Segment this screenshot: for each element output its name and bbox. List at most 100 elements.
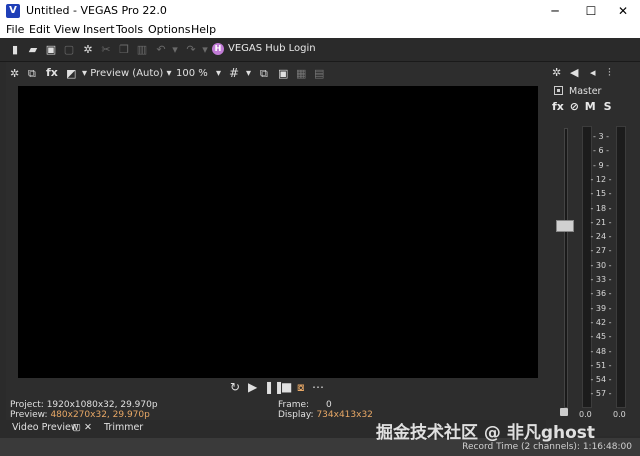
overlays-dropdown-icon[interactable]: ▾ bbox=[246, 68, 251, 79]
preview-resolution-value: 480x270x32, 29.970p bbox=[50, 410, 150, 420]
preview-settings-gear-icon[interactable]: ✲ bbox=[10, 67, 19, 80]
meter-scale-tick: - 36 - bbox=[590, 289, 612, 299]
meter-scale-tick: - 24 - bbox=[590, 232, 612, 242]
meter-scale-tick: - 18 - bbox=[590, 203, 612, 213]
tab-video-preview[interactable]: Video Preview bbox=[12, 422, 79, 433]
save-snapshot-icon[interactable]: ▣ bbox=[278, 67, 288, 80]
master-fader-track[interactable] bbox=[564, 128, 568, 408]
mixer-audio-fx-icon[interactable]: ◀ bbox=[570, 66, 578, 79]
meter-scale-tick: - 15 - bbox=[590, 189, 612, 199]
close-button[interactable]: ✕ bbox=[606, 0, 640, 22]
meter-scale-tick: - 30 - bbox=[590, 260, 612, 270]
display-label: Display: bbox=[278, 410, 314, 420]
tab-close-icon[interactable]: ✕ bbox=[84, 422, 92, 433]
meter-scale-tick: - 45 - bbox=[590, 332, 612, 342]
meter-scale-tick: - 21 - bbox=[590, 217, 612, 227]
external-monitor-icon[interactable]: ◩ bbox=[66, 67, 76, 80]
master-label: Master bbox=[569, 86, 602, 97]
copy-snapshot-icon[interactable]: ⧉ bbox=[260, 67, 268, 81]
meter-scale-tick: - 3 - bbox=[593, 132, 609, 141]
loop-playback-icon[interactable]: ↻ bbox=[230, 380, 240, 394]
master-controls: fx ⊘ M S bbox=[552, 100, 612, 113]
more-options-icon[interactable]: ⋯ bbox=[312, 380, 324, 394]
menu-edit[interactable]: Edit bbox=[29, 23, 50, 36]
split-screen-icon[interactable]: ⧉ bbox=[28, 67, 36, 81]
master-fx-button[interactable]: fx bbox=[552, 100, 564, 113]
meter-scale-tick: - 48 - bbox=[590, 346, 612, 356]
preview-resolution-label: Preview: bbox=[10, 410, 48, 420]
mixer-downmix-icon[interactable]: ◂ bbox=[590, 66, 596, 79]
master-bus-mixer: ✲ ◀ ◂ ⫶ Master fx ⊘ M S - 3 -- 6 -- 9 --… bbox=[546, 62, 640, 436]
menu-bar: File Edit View Insert Tools Options Help bbox=[0, 22, 640, 38]
redo-dropdown-icon[interactable]: ▾ bbox=[198, 43, 212, 57]
master-mute-button[interactable]: M bbox=[585, 100, 596, 113]
stop-icon[interactable]: ■ bbox=[281, 380, 292, 394]
menu-tools[interactable]: Tools bbox=[116, 23, 143, 36]
meter-scale-tick: - 6 - bbox=[593, 146, 609, 156]
meter-scale-tick: - 12 - bbox=[590, 174, 612, 184]
preview-quality-dropdown[interactable]: ▾ Preview (Auto) ▾ bbox=[82, 68, 172, 79]
project-label: Project: bbox=[10, 400, 44, 410]
color-scopes-icon[interactable]: ▦ bbox=[296, 67, 306, 80]
title-bar: V Untitled - VEGAS Pro 22.0 ─ ☐ ✕ bbox=[0, 0, 640, 22]
record-time: Record Time (2 channels): 1:16:48:00 bbox=[462, 442, 632, 452]
menu-help[interactable]: Help bbox=[191, 23, 216, 36]
open-folder-icon[interactable]: ▰ bbox=[26, 43, 40, 57]
meter-scale-tick: - 27 - bbox=[590, 246, 612, 256]
fader-lock-icon[interactable] bbox=[560, 408, 568, 416]
display-settings-icon[interactable]: ▤ bbox=[314, 67, 324, 80]
undo-dropdown-icon[interactable]: ▾ bbox=[168, 43, 182, 57]
transport-controls: ↻ ▶ ❚❚ ■ ⧇ ⋯ bbox=[6, 378, 546, 398]
master-link-icon[interactable]: ⊘ bbox=[570, 100, 579, 113]
delete-icon[interactable]: ▥ bbox=[135, 43, 149, 57]
master-row[interactable]: Master bbox=[554, 86, 601, 97]
menu-options[interactable]: Options bbox=[148, 23, 190, 36]
record-icon[interactable]: ⧇ bbox=[297, 380, 305, 395]
mixer-settings-gear-icon[interactable]: ✲ bbox=[552, 66, 561, 79]
preview-scrollbar[interactable] bbox=[6, 86, 18, 378]
master-checkbox-icon[interactable] bbox=[554, 86, 563, 95]
meter-scale-tick: - 54 - bbox=[590, 375, 612, 385]
vegas-app-icon[interactable]: V bbox=[6, 4, 20, 18]
tab-float-icon[interactable]: ▢ bbox=[72, 422, 81, 433]
video-fx-icon[interactable]: fx bbox=[46, 66, 58, 79]
menu-view[interactable]: View bbox=[54, 23, 80, 36]
menu-file[interactable]: File bbox=[6, 23, 24, 36]
master-solo-button[interactable]: S bbox=[604, 100, 612, 113]
meter-scale: - 3 - - 6 - - 9 - - 12 - - 15 - - 18 - - 21 - -… bbox=[588, 132, 614, 408]
zoom-dropdown-icon[interactable]: ▾ bbox=[216, 68, 221, 79]
preview-quality-label: Preview (Auto) bbox=[90, 68, 164, 79]
main-toolbar: ▮ ▰ ▣ ▢ ✲ ✂ ❐ ▥ ↶ ▾ ↷ ▾ H VEGAS Hub Logi… bbox=[0, 38, 640, 62]
zoom-level[interactable]: 100 % bbox=[176, 68, 208, 79]
master-fader-handle[interactable] bbox=[556, 220, 574, 232]
save-icon[interactable]: ▣ bbox=[44, 43, 58, 57]
render-icon[interactable]: ▢ bbox=[62, 43, 76, 57]
meter-scale-tick: - 39 - bbox=[590, 303, 612, 313]
watermark: 掘金技术社区 @ 非凡ghost bbox=[376, 423, 596, 443]
meter-scale-tick: - 33 - bbox=[590, 275, 612, 284]
overlays-grid-icon[interactable]: # bbox=[229, 66, 239, 80]
undo-icon[interactable]: ↶ bbox=[154, 43, 168, 57]
new-file-icon[interactable]: ▮ bbox=[8, 43, 22, 57]
play-icon[interactable]: ▶ bbox=[248, 380, 257, 394]
meter-scale-tick: - 42 - bbox=[590, 317, 612, 327]
meter-scale-tick: - 51 - bbox=[590, 360, 612, 370]
tab-trimmer[interactable]: Trimmer bbox=[104, 422, 143, 433]
settings-gear-icon[interactable]: ✲ bbox=[81, 43, 95, 57]
video-preview-panel: ✲ ⧉ fx ◩ ▾ Preview (Auto) ▾ 100 % ▾ # ▾ … bbox=[6, 62, 546, 436]
meter-scale-tick: - 57 - bbox=[590, 389, 612, 399]
vegas-hub-icon: H bbox=[212, 43, 224, 55]
preview-video-canvas bbox=[18, 86, 538, 378]
menu-insert[interactable]: Insert bbox=[83, 23, 115, 36]
minimize-button[interactable]: ─ bbox=[538, 0, 572, 22]
maximize-button[interactable]: ☐ bbox=[574, 0, 608, 22]
meter-scale-tick: - 9 - bbox=[593, 160, 609, 170]
display-value: 734x413x32 bbox=[316, 410, 373, 420]
copy-icon[interactable]: ❐ bbox=[117, 43, 131, 57]
cut-icon[interactable]: ✂ bbox=[99, 43, 113, 57]
redo-icon[interactable]: ↷ bbox=[184, 43, 198, 57]
preview-toolbar: ✲ ⧉ fx ◩ ▾ Preview (Auto) ▾ 100 % ▾ # ▾ … bbox=[6, 62, 546, 86]
right-peak-level: 0.0 bbox=[613, 410, 626, 419]
mixer-properties-icon[interactable]: ⫶ bbox=[608, 66, 611, 80]
project-value: 1920x1080x32, 29.970p bbox=[46, 400, 158, 410]
